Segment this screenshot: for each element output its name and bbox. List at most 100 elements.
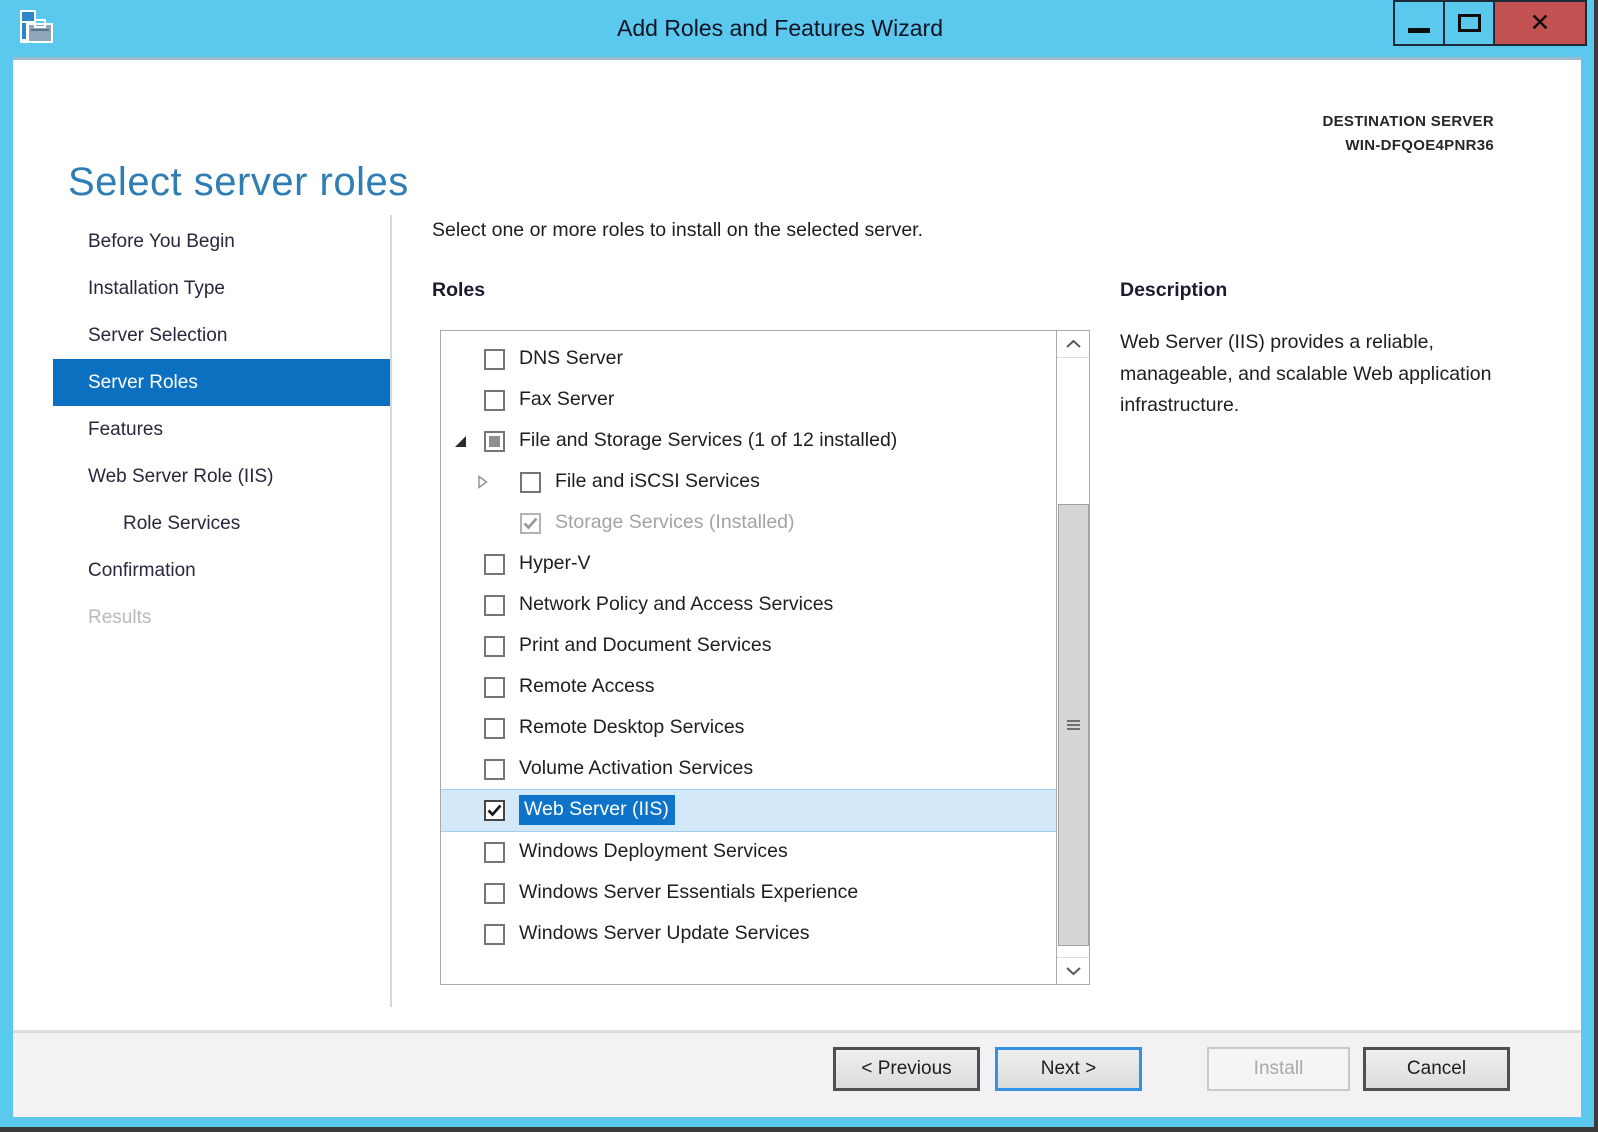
role-checkbox[interactable] bbox=[484, 842, 505, 863]
scroll-down-button[interactable] bbox=[1057, 957, 1089, 984]
role-row-storage-services-installed[interactable]: Storage Services (Installed) bbox=[441, 503, 1056, 544]
roles-heading: Roles bbox=[432, 279, 485, 302]
sidebar-item-features[interactable]: Features bbox=[53, 406, 390, 453]
role-row-windows-server-essentials-experience[interactable]: Windows Server Essentials Experience bbox=[441, 873, 1056, 914]
role-checkbox[interactable] bbox=[484, 718, 505, 739]
role-row-remote-access[interactable]: Remote Access bbox=[441, 667, 1056, 708]
role-label[interactable]: Storage Services (Installed) bbox=[555, 511, 795, 534]
role-label[interactable]: Remote Access bbox=[519, 675, 654, 698]
maximize-button[interactable] bbox=[1443, 0, 1495, 46]
window-controls: ✕ bbox=[1395, 0, 1587, 46]
check-icon bbox=[487, 804, 502, 817]
instruction-text: Select one or more roles to install on t… bbox=[432, 219, 923, 242]
check-icon bbox=[523, 517, 538, 530]
description-text: Web Server (IIS) provides a reliable, ma… bbox=[1120, 327, 1518, 422]
sidebar-item-label: Server Selection bbox=[88, 325, 227, 346]
role-label[interactable]: Windows Server Essentials Experience bbox=[519, 881, 858, 904]
role-label[interactable]: Remote Desktop Services bbox=[519, 716, 744, 739]
role-label[interactable]: DNS Server bbox=[519, 347, 623, 370]
role-label[interactable]: Network Policy and Access Services bbox=[519, 593, 833, 616]
role-checkbox[interactable] bbox=[484, 349, 505, 370]
role-checkbox[interactable] bbox=[484, 800, 505, 821]
sidebar-divider bbox=[390, 215, 392, 1007]
next-button[interactable]: Next > bbox=[995, 1047, 1142, 1091]
role-label[interactable]: File and Storage Services (1 of 12 insta… bbox=[519, 429, 897, 452]
sidebar-item-server-roles[interactable]: Server Roles bbox=[53, 359, 390, 406]
role-checkbox[interactable] bbox=[484, 636, 505, 657]
role-row-print-and-document-services[interactable]: Print and Document Services bbox=[441, 626, 1056, 667]
role-row-network-policy-and-access-services[interactable]: Network Policy and Access Services bbox=[441, 585, 1056, 626]
role-checkbox[interactable] bbox=[484, 595, 505, 616]
install-button[interactable]: Install bbox=[1207, 1047, 1350, 1091]
description-heading: Description bbox=[1120, 279, 1227, 302]
sidebar-item-label: Installation Type bbox=[88, 278, 225, 299]
scrollbar[interactable] bbox=[1056, 331, 1089, 984]
window-title: Add Roles and Features Wizard bbox=[0, 0, 1560, 57]
role-row-remote-desktop-services[interactable]: Remote Desktop Services bbox=[441, 708, 1056, 749]
role-checkbox[interactable] bbox=[484, 677, 505, 698]
role-checkbox[interactable] bbox=[484, 924, 505, 945]
role-row-file-and-storage-services-1-of-12-installed[interactable]: File and Storage Services (1 of 12 insta… bbox=[441, 421, 1056, 462]
partial-check-icon bbox=[489, 436, 500, 447]
role-label[interactable]: Hyper-V bbox=[519, 552, 591, 575]
role-row-windows-deployment-services[interactable]: Windows Deployment Services bbox=[441, 832, 1056, 873]
minimize-button[interactable] bbox=[1393, 0, 1445, 46]
destination-server-label: DESTINATION SERVER bbox=[1322, 110, 1494, 134]
cancel-button[interactable]: Cancel bbox=[1363, 1047, 1510, 1091]
scroll-up-button[interactable] bbox=[1057, 331, 1089, 358]
role-row-windows-server-update-services[interactable]: Windows Server Update Services bbox=[441, 914, 1056, 955]
destination-server-block: DESTINATION SERVER WIN-DFQOE4PNR36 bbox=[1322, 110, 1494, 158]
sidebar-item-confirmation[interactable]: Confirmation bbox=[53, 547, 390, 594]
sidebar-item-role-services[interactable]: Role Services bbox=[53, 500, 390, 547]
role-label[interactable]: Volume Activation Services bbox=[519, 757, 753, 780]
close-icon: ✕ bbox=[1530, 11, 1551, 36]
roles-rows: DNS Server Fax Server File and Storage S… bbox=[441, 331, 1056, 955]
previous-button[interactable]: < Previous bbox=[833, 1047, 980, 1091]
sidebar-item-installation-type[interactable]: Installation Type bbox=[53, 265, 390, 312]
role-label[interactable]: Web Server (IIS) bbox=[519, 795, 675, 825]
role-row-volume-activation-services[interactable]: Volume Activation Services bbox=[441, 749, 1056, 790]
collapse-arrow-icon[interactable] bbox=[454, 435, 467, 448]
role-checkbox[interactable] bbox=[520, 472, 541, 493]
role-label[interactable]: Windows Deployment Services bbox=[519, 840, 788, 863]
scrollbar-grip-icon bbox=[1067, 718, 1080, 732]
role-row-hyper-v[interactable]: Hyper-V bbox=[441, 544, 1056, 585]
sidebar-item-label: Results bbox=[88, 607, 151, 628]
role-checkbox[interactable] bbox=[484, 759, 505, 780]
close-button[interactable]: ✕ bbox=[1493, 0, 1587, 46]
role-label[interactable]: File and iSCSI Services bbox=[555, 470, 760, 493]
sidebar-item-before-you-begin[interactable]: Before You Begin bbox=[53, 218, 390, 265]
sidebar-item-label: Role Services bbox=[123, 513, 240, 534]
role-row-fax-server[interactable]: Fax Server bbox=[441, 380, 1056, 421]
page-title: Select server roles bbox=[68, 160, 409, 205]
role-row-web-server-iis[interactable]: Web Server (IIS) bbox=[441, 789, 1056, 832]
sidebar-item-label: Before You Begin bbox=[88, 231, 235, 252]
window-edge bbox=[0, 1127, 1598, 1132]
wizard-steps-nav: Before You Begin Installation Type Serve… bbox=[53, 218, 390, 641]
maximize-icon bbox=[1458, 14, 1481, 32]
destination-server-name: WIN-DFQOE4PNR36 bbox=[1322, 134, 1494, 158]
sidebar-item-server-selection[interactable]: Server Selection bbox=[53, 312, 390, 359]
role-checkbox[interactable] bbox=[484, 554, 505, 575]
role-checkbox[interactable] bbox=[484, 431, 505, 452]
sidebar-item-label: Features bbox=[88, 419, 163, 440]
title-bar: Add Roles and Features Wizard ✕ bbox=[0, 0, 1598, 57]
scrollbar-thumb[interactable] bbox=[1058, 504, 1089, 946]
role-checkbox[interactable] bbox=[484, 390, 505, 411]
roles-listbox: DNS Server Fax Server File and Storage S… bbox=[440, 330, 1090, 985]
sidebar-item-label: Web Server Role (IIS) bbox=[88, 466, 273, 487]
wizard-window: Add Roles and Features Wizard ✕ Select s… bbox=[0, 0, 1598, 1132]
sidebar-item-label: Confirmation bbox=[88, 560, 196, 581]
role-checkbox[interactable] bbox=[484, 883, 505, 904]
role-row-dns-server[interactable]: DNS Server bbox=[441, 339, 1056, 380]
role-label[interactable]: Windows Server Update Services bbox=[519, 922, 809, 945]
role-label[interactable]: Fax Server bbox=[519, 388, 614, 411]
expand-arrow-icon[interactable] bbox=[477, 474, 489, 490]
role-checkbox[interactable] bbox=[520, 513, 541, 534]
sidebar-item-web-server-role-iis[interactable]: Web Server Role (IIS) bbox=[53, 453, 390, 500]
role-row-file-and-iscsi-services[interactable]: File and iSCSI Services bbox=[441, 462, 1056, 503]
minimize-icon bbox=[1408, 28, 1430, 33]
sidebar-item-results[interactable]: Results bbox=[53, 594, 390, 641]
chevron-up-icon bbox=[1065, 339, 1082, 349]
role-label[interactable]: Print and Document Services bbox=[519, 634, 772, 657]
